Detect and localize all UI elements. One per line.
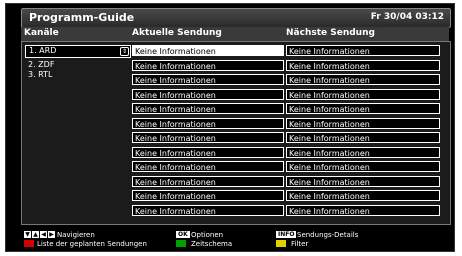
current-program-cell[interactable]: Keine Informationen bbox=[132, 118, 284, 129]
next-program-cell[interactable]: Keine Informationen bbox=[286, 103, 440, 114]
red-key-icon bbox=[24, 240, 34, 247]
program-guide-screen: Programm-Guide Fr 30/04 03:12 Kanäle Akt… bbox=[5, 3, 455, 252]
column-next: Nächste Sendung bbox=[286, 28, 375, 38]
info-label: Sendungs-Details bbox=[297, 231, 359, 239]
channel-item-2[interactable]: 2. ZDF bbox=[28, 60, 54, 69]
arrow-down-icon: ▼ bbox=[24, 231, 31, 238]
datetime: Fr 30/04 03:12 bbox=[370, 12, 444, 22]
current-program-cell[interactable]: Keine Informationen bbox=[132, 147, 284, 158]
current-program-cell[interactable]: Keine Informationen bbox=[132, 45, 284, 56]
channel-item-1[interactable]: 1. ARD bbox=[29, 46, 56, 55]
red-key-label: Liste der geplanten Sendungen bbox=[37, 240, 147, 248]
current-program-cell[interactable]: Keine Informationen bbox=[132, 74, 284, 85]
green-key-icon bbox=[176, 240, 186, 247]
column-channels: Kanäle bbox=[24, 28, 59, 38]
next-program-cell[interactable]: Keine Informationen bbox=[286, 132, 440, 143]
arrow-up-icon: ▲ bbox=[32, 231, 39, 238]
next-program-cell[interactable]: Keine Informationen bbox=[286, 147, 440, 158]
column-header: Kanäle Aktuelle Sendung Nächste Sendung bbox=[21, 27, 449, 41]
next-program-cell[interactable]: Keine Informationen bbox=[286, 45, 440, 56]
next-program-cell[interactable]: Keine Informationen bbox=[286, 205, 440, 216]
up-down-icon[interactable]: ⇕ bbox=[120, 47, 129, 56]
next-program-cell[interactable]: Keine Informationen bbox=[286, 190, 440, 201]
footer-legend: ▼ ▲ ◀ ▶ Navigieren Liste der geplanten S… bbox=[21, 230, 449, 250]
yellow-key-label: Filter bbox=[291, 240, 309, 248]
yellow-key-icon bbox=[276, 240, 286, 247]
next-program-cell[interactable]: Keine Informationen bbox=[286, 60, 440, 71]
next-program-cell[interactable]: Keine Informationen bbox=[286, 89, 440, 100]
ok-key: OK bbox=[176, 231, 190, 238]
current-program-cell[interactable]: Keine Informationen bbox=[132, 161, 284, 172]
nav-keys: ▼ ▲ ◀ ▶ bbox=[24, 231, 55, 238]
page-title: Programm-Guide bbox=[29, 11, 135, 24]
channel-selector[interactable]: 1. ARD ⇕ bbox=[25, 45, 131, 58]
column-current: Aktuelle Sendung bbox=[132, 28, 222, 38]
channel-item-3[interactable]: 3. RTL bbox=[28, 70, 53, 79]
current-program-cell[interactable]: Keine Informationen bbox=[132, 89, 284, 100]
next-program-cell[interactable]: Keine Informationen bbox=[286, 176, 440, 187]
current-program-cell[interactable]: Keine Informationen bbox=[132, 132, 284, 143]
next-program-cell[interactable]: Keine Informationen bbox=[286, 161, 440, 172]
next-program-cell[interactable]: Keine Informationen bbox=[286, 118, 440, 129]
next-program-cell[interactable]: Keine Informationen bbox=[286, 74, 440, 85]
current-program-cell[interactable]: Keine Informationen bbox=[132, 103, 284, 114]
arrow-left-icon: ◀ bbox=[40, 231, 47, 238]
current-program-cell[interactable]: Keine Informationen bbox=[132, 176, 284, 187]
arrow-right-icon: ▶ bbox=[48, 231, 55, 238]
current-program-cell[interactable]: Keine Informationen bbox=[132, 60, 284, 71]
title-bar: Programm-Guide Fr 30/04 03:12 bbox=[21, 8, 451, 28]
info-key: INFO bbox=[276, 231, 297, 238]
ok-label: Optionen bbox=[191, 231, 224, 239]
current-program-cell[interactable]: Keine Informationen bbox=[132, 205, 284, 216]
nav-label: Navigieren bbox=[57, 231, 95, 239]
green-key-label: Zeitschema bbox=[191, 240, 233, 248]
current-program-cell[interactable]: Keine Informationen bbox=[132, 190, 284, 201]
